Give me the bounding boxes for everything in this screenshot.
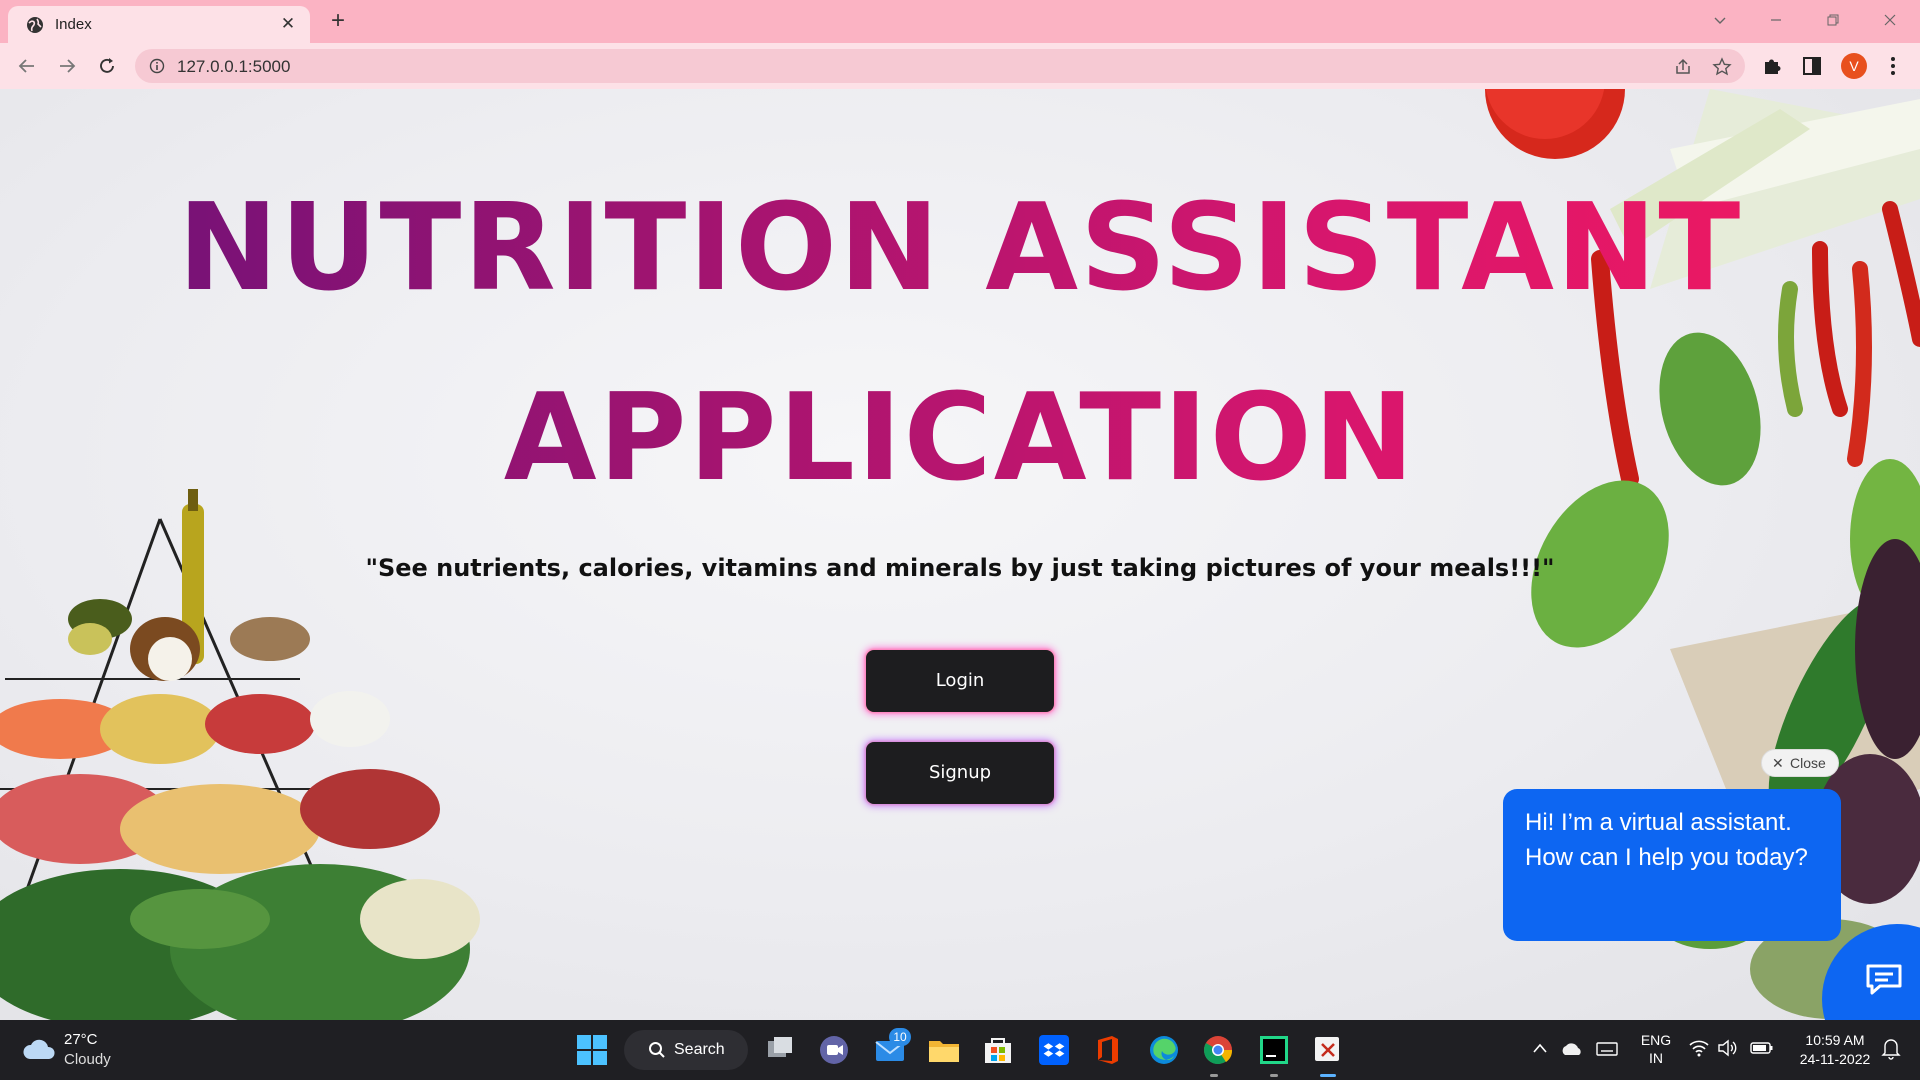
star-icon[interactable] <box>1712 57 1732 77</box>
url-text[interactable]: 127.0.0.1:5000 <box>177 57 290 77</box>
chevron-up-icon[interactable] <box>1532 1042 1548 1056</box>
dropbox-icon[interactable] <box>1036 1032 1072 1068</box>
tab-search-chevron-icon[interactable] <box>1700 5 1740 35</box>
pycharm-running-indicator <box>1270 1074 1278 1077</box>
forward-arrow-icon[interactable] <box>53 52 81 80</box>
side-panel-icon[interactable] <box>1800 54 1824 78</box>
language-code[interactable]: ENG <box>1638 1032 1674 1048</box>
volume-icon[interactable] <box>1716 1038 1738 1058</box>
globe-icon <box>27 17 43 33</box>
page-title-line-2: APPLICATION <box>0 369 1920 508</box>
tab-close-button[interactable]: ✕ <box>278 14 298 34</box>
keyboard-icon[interactable] <box>1596 1040 1618 1058</box>
back-arrow-icon[interactable] <box>13 52 41 80</box>
tab-title: Index <box>55 16 92 33</box>
puzzle-icon[interactable] <box>1760 54 1784 78</box>
minimize-button[interactable] <box>1756 5 1796 35</box>
close-window-button[interactable] <box>1870 5 1910 35</box>
browser-toolbar: 127.0.0.1:5000 V <box>0 43 1920 89</box>
onedrive-icon[interactable] <box>1560 1040 1584 1058</box>
clock-date[interactable]: 24-11-2022 <box>1790 1051 1880 1067</box>
browser-tab-strip: Index ✕ + <box>0 0 1920 43</box>
wifi-icon[interactable] <box>1688 1038 1710 1058</box>
profile-avatar[interactable]: V <box>1841 53 1867 79</box>
chrome-running-indicator <box>1210 1074 1218 1077</box>
mail-badge: 10 <box>889 1028 911 1046</box>
chat-icon <box>1866 964 1902 995</box>
login-button[interactable]: Login <box>866 650 1054 712</box>
signup-button[interactable]: Signup <box>866 742 1054 804</box>
kebab-menu-icon[interactable] <box>1885 54 1901 78</box>
weather-temperature[interactable]: 27°C <box>64 1031 98 1048</box>
office-icon[interactable] <box>1090 1032 1126 1068</box>
battery-icon[interactable] <box>1750 1040 1774 1056</box>
share-icon[interactable] <box>1673 57 1693 77</box>
chat-close-button[interactable]: ✕ Close <box>1761 749 1839 777</box>
chat-close-label: Close <box>1790 755 1826 771</box>
edge-browser-icon[interactable] <box>1146 1032 1182 1068</box>
page-viewport: NUTRITION ASSISTANT APPLICATION "See nut… <box>0 89 1920 1020</box>
address-bar[interactable]: 127.0.0.1:5000 <box>135 49 1745 83</box>
pycharm-icon[interactable] <box>1256 1032 1292 1068</box>
taskbar-search[interactable]: Search <box>624 1030 748 1070</box>
microsoft-store-icon[interactable] <box>980 1032 1016 1068</box>
info-icon[interactable] <box>149 58 165 74</box>
chat-message-bubble[interactable]: Hi! I’m a virtual assistant. How can I h… <box>1503 789 1841 941</box>
chrome-browser-icon[interactable] <box>1200 1032 1236 1068</box>
new-tab-button[interactable]: + <box>325 8 351 34</box>
notification-bell-icon[interactable] <box>1880 1036 1902 1060</box>
task-view-icon[interactable] <box>762 1032 798 1068</box>
language-region[interactable]: IN <box>1638 1050 1674 1066</box>
search-icon <box>649 1042 665 1058</box>
windows-start-icon[interactable] <box>574 1032 610 1068</box>
browser-tab[interactable]: Index ✕ <box>8 6 310 43</box>
taskbar-search-label: Search <box>674 1041 725 1058</box>
snipping-running-indicator <box>1320 1074 1336 1077</box>
page-title-line-1: NUTRITION ASSISTANT <box>0 179 1920 318</box>
teams-chat-icon[interactable] <box>816 1032 852 1068</box>
restore-button[interactable] <box>1813 5 1853 35</box>
snipping-tool-icon[interactable] <box>1310 1032 1346 1068</box>
reload-icon[interactable] <box>93 52 121 80</box>
weather-description[interactable]: Cloudy <box>64 1051 111 1068</box>
taskbar: 27°C Cloudy Search 10 ENG IN 10:59 AM 24… <box>0 1020 1920 1080</box>
close-icon: ✕ <box>1772 755 1784 771</box>
file-explorer-icon[interactable] <box>926 1032 962 1068</box>
clock-time[interactable]: 10:59 AM <box>1790 1032 1880 1048</box>
cloud-icon[interactable] <box>22 1037 56 1063</box>
tagline: "See nutrients, calories, vitamins and m… <box>365 554 1555 582</box>
